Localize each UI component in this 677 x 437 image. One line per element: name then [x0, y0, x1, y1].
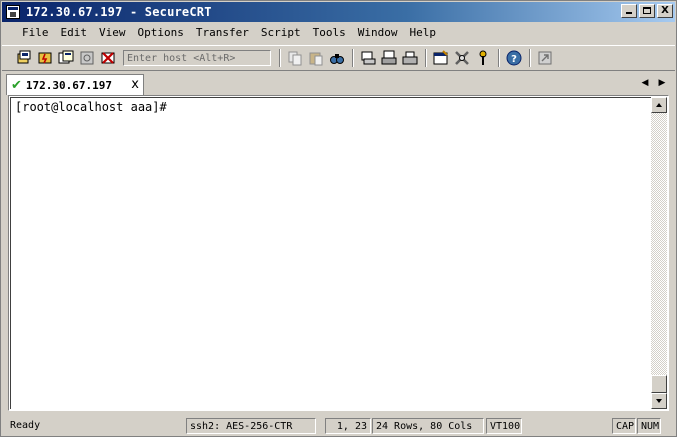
connect-in-tab-button[interactable]	[56, 48, 76, 68]
disconnect-button[interactable]	[98, 48, 118, 68]
status-cursor-position: 1, 23	[325, 418, 371, 434]
status-cipher: ssh2: AES-256-CTR	[186, 418, 316, 434]
toolbar-separator	[425, 49, 427, 67]
status-caps: CAP	[612, 418, 636, 434]
keymap-button[interactable]	[473, 48, 493, 68]
session-options-icon	[433, 50, 448, 65]
menu-script[interactable]: Script	[255, 24, 307, 42]
scroll-up-icon[interactable]	[651, 97, 667, 113]
session-options-button[interactable]	[431, 48, 451, 68]
sftp-icon	[538, 51, 552, 65]
securecrt-window: 172.30.67.197 - SecureCRT X File Edit Vi…	[0, 0, 677, 437]
menu-bar: File Edit View Options Transfer Script T…	[2, 23, 675, 43]
status-num: NUM	[637, 418, 661, 434]
status-emulation: VT100	[486, 418, 522, 434]
find-button[interactable]	[327, 48, 347, 68]
keymap-icon	[479, 50, 487, 65]
terminal-line: [root@localhost aaa]#	[15, 100, 167, 114]
title-bar[interactable]: 172.30.67.197 - SecureCRT X	[2, 2, 675, 22]
menu-tools[interactable]: Tools	[307, 24, 352, 42]
minimize-button[interactable]	[621, 4, 637, 18]
global-options-icon	[455, 51, 469, 65]
session-tab[interactable]: ✔ 172.30.67.197 x	[6, 74, 144, 95]
terminal-area[interactable]: [root@localhost aaa]#	[8, 95, 669, 411]
menu-file[interactable]: File	[16, 24, 55, 42]
toolbar-separator	[529, 49, 531, 67]
close-button[interactable]: X	[657, 4, 673, 18]
menu-help[interactable]: Help	[403, 24, 442, 42]
connect-in-tab-icon	[58, 50, 74, 64]
menu-edit[interactable]: Edit	[55, 24, 94, 42]
global-options-button[interactable]	[452, 48, 472, 68]
vertical-scrollbar[interactable]	[651, 97, 667, 409]
find-icon	[330, 54, 344, 64]
print-icon	[402, 51, 418, 65]
paste-icon	[309, 52, 323, 66]
help-icon: ?	[506, 50, 522, 66]
status-bar: Ready ssh2: AES-256-CTR 1, 23 24 Rows, 8…	[2, 417, 675, 435]
sftp-button[interactable]	[535, 48, 555, 68]
copy-icon	[288, 51, 302, 66]
toolbar-separator	[352, 49, 354, 67]
reconnect-button[interactable]	[77, 48, 97, 68]
svg-text:?: ?	[511, 54, 517, 65]
print-selection-button[interactable]	[379, 48, 399, 68]
help-button[interactable]: ?	[504, 48, 524, 68]
app-icon[interactable]	[6, 5, 20, 19]
toolbar-separator	[279, 49, 281, 67]
scroll-thumb[interactable]	[651, 375, 667, 393]
quick-connect-icon	[38, 52, 52, 64]
reconnect-icon	[80, 51, 94, 65]
connect-button[interactable]	[14, 48, 34, 68]
toolbar-separator	[498, 49, 500, 67]
print-screen-icon	[361, 51, 376, 65]
toolbar: ?	[2, 45, 675, 71]
paste-button[interactable]	[306, 48, 326, 68]
terminal-text[interactable]: [root@localhost aaa]#	[10, 97, 651, 409]
print-screen-button[interactable]	[358, 48, 378, 68]
tab-scroll-left-icon[interactable]: ◀	[638, 76, 652, 90]
quick-connect-button[interactable]	[35, 48, 55, 68]
tab-close-icon[interactable]: x	[131, 77, 139, 92]
status-ready: Ready	[10, 420, 41, 431]
copy-button[interactable]	[285, 48, 305, 68]
print-selection-icon	[381, 50, 397, 65]
scroll-down-icon[interactable]	[651, 393, 667, 409]
connected-check-icon: ✔	[11, 77, 22, 93]
tab-scroll-right-icon[interactable]: ▶	[655, 76, 669, 90]
session-tab-strip: ✔ 172.30.67.197 x ◀ ▶	[2, 73, 675, 95]
caption-buttons: X	[619, 4, 673, 20]
host-input[interactable]	[123, 50, 271, 66]
menu-options[interactable]: Options	[132, 24, 190, 42]
status-terminal-size: 24 Rows, 80 Cols	[372, 418, 484, 434]
menu-window[interactable]: Window	[352, 24, 404, 42]
session-tab-label: 172.30.67.197	[25, 78, 112, 92]
disconnect-icon	[101, 52, 115, 64]
maximize-button[interactable]	[639, 4, 655, 18]
window-title: 172.30.67.197 - SecureCRT	[26, 5, 212, 19]
connect-icon	[17, 50, 31, 64]
menu-transfer[interactable]: Transfer	[190, 24, 255, 42]
print-button[interactable]	[400, 48, 420, 68]
menu-view[interactable]: View	[93, 24, 132, 42]
